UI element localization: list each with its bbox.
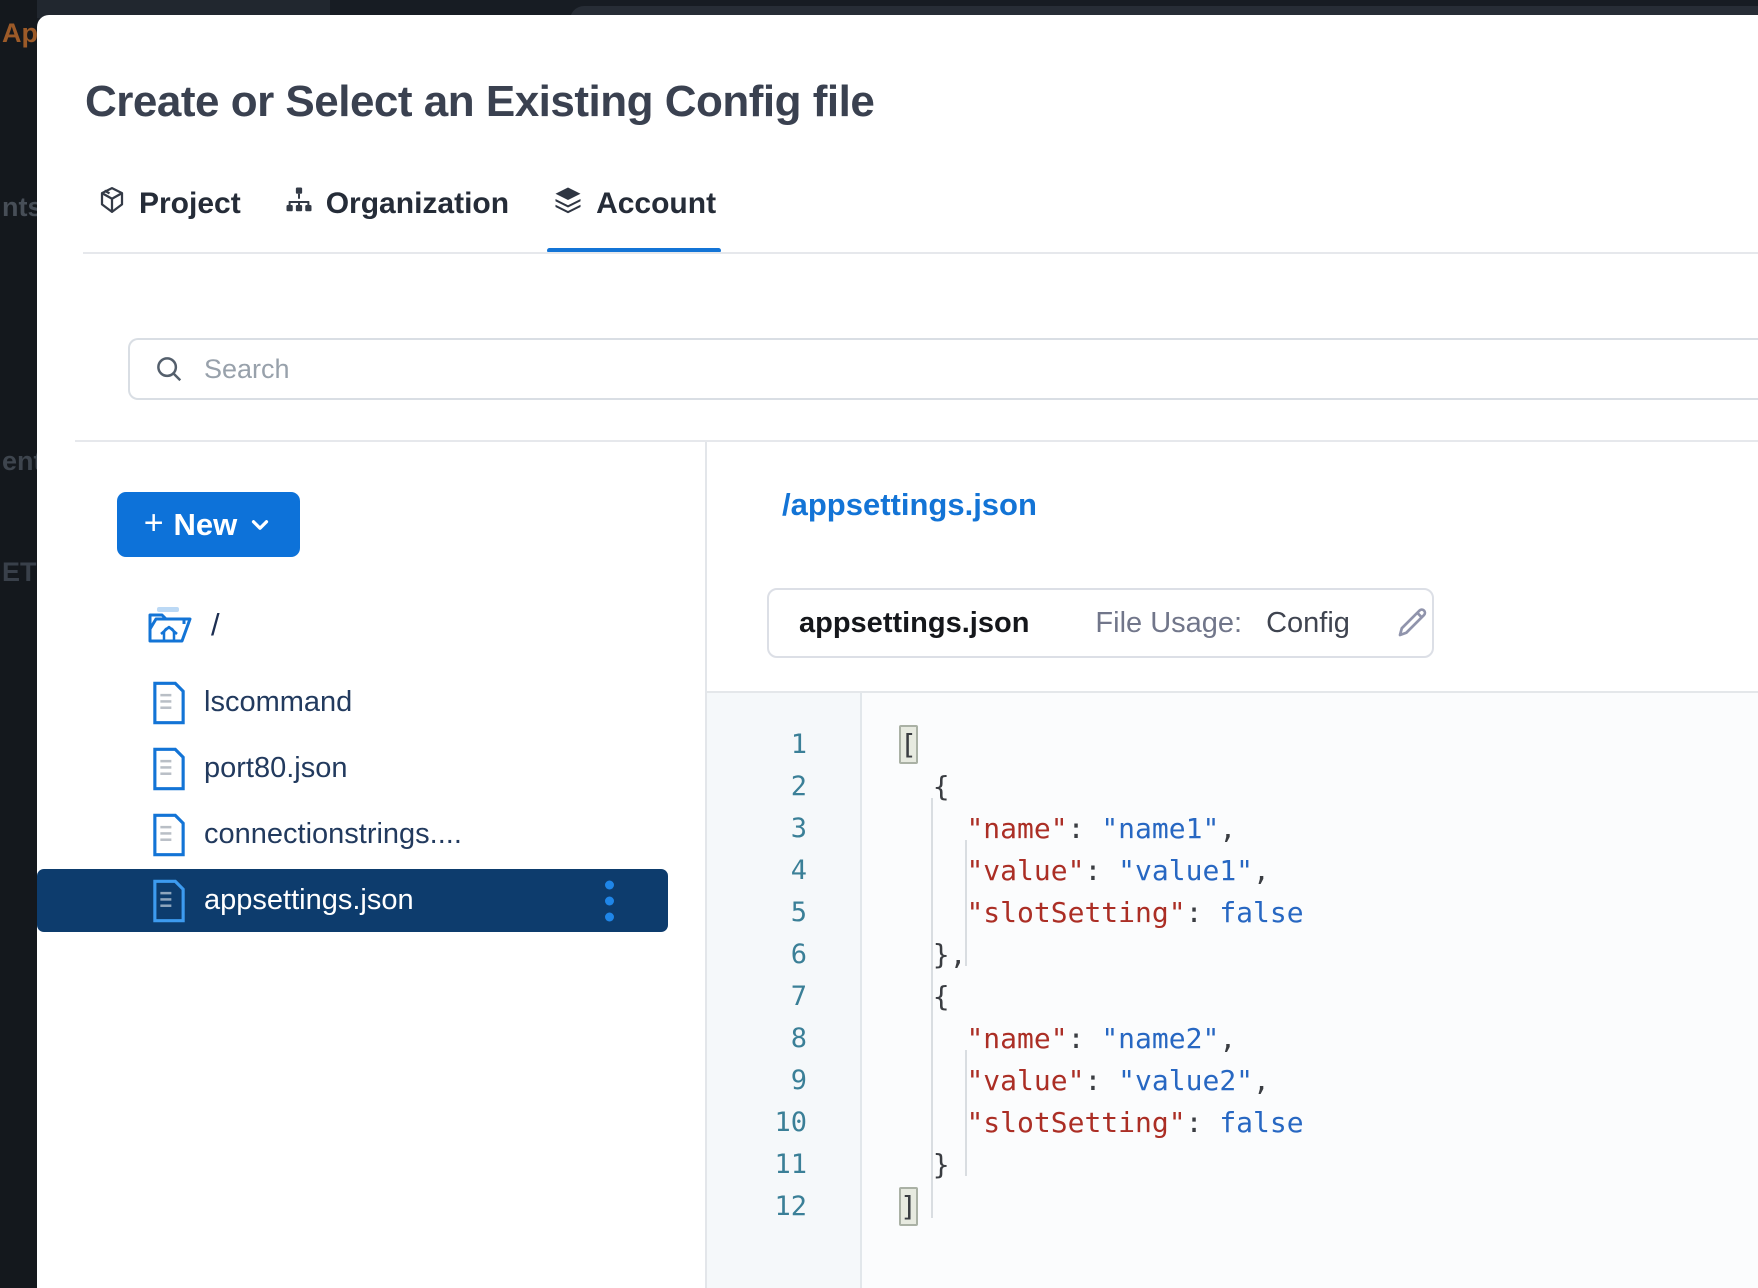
pencil-icon: [1394, 605, 1430, 641]
line-number: 12: [707, 1186, 860, 1228]
file-list: lscommand port80.json connectionstrings...…: [37, 671, 705, 932]
code-line-content: [: [860, 724, 1758, 766]
file-viewer-panel: /appsettings.json appsettings.json File …: [707, 442, 1758, 1288]
code-line-content: }: [860, 1144, 1758, 1186]
code-line: 8 "name": "name2",: [707, 1018, 1758, 1060]
line-number: 1: [707, 724, 860, 766]
code-editor[interactable]: 1[2 {3 "name": "name1",4 "value": "value…: [707, 693, 1758, 1288]
code-line-content: "slotSetting": false: [860, 1102, 1758, 1144]
layers-icon: [552, 185, 584, 223]
file-icon: [150, 879, 188, 923]
kebab-menu-icon[interactable]: [605, 880, 614, 921]
line-number: 2: [707, 766, 860, 808]
root-folder-label: /: [211, 607, 220, 643]
tabs-divider: [83, 252, 1758, 254]
plus-icon: +: [144, 504, 164, 543]
file-path-link[interactable]: /appsettings.json: [782, 487, 1037, 523]
file-tree: / lscommand port80.json connectionstrings.…: [37, 602, 705, 935]
file-item-lscommand[interactable]: lscommand: [37, 671, 668, 734]
file-icon: [150, 747, 188, 791]
code-line-content: {: [860, 976, 1758, 1018]
edit-usage-button[interactable]: [1394, 605, 1430, 641]
code-line-content: "value": "value1",: [860, 850, 1758, 892]
file-usage-label: File Usage:: [1095, 607, 1242, 640]
code-lines: 1[2 {3 "name": "name1",4 "value": "value…: [707, 724, 1758, 1228]
code-line: 6 },: [707, 934, 1758, 976]
background-text-fragment: nts: [2, 192, 37, 223]
code-line-content: {: [860, 766, 1758, 808]
line-number: 11: [707, 1144, 860, 1186]
file-item-connectionstrings[interactable]: connectionstrings....: [37, 803, 668, 866]
file-name: connectionstrings....: [204, 818, 462, 851]
code-line-content: "slotSetting": false: [860, 892, 1758, 934]
code-line: 12]: [707, 1186, 1758, 1228]
chevron-down-icon: [247, 512, 273, 538]
new-button-label: New: [174, 507, 238, 543]
search-input[interactable]: [204, 354, 1758, 385]
open-folder-icon: [147, 605, 193, 645]
line-number: 5: [707, 892, 860, 934]
file-usage-value: Config: [1266, 607, 1350, 640]
line-number: 10: [707, 1102, 860, 1144]
new-button[interactable]: + New: [117, 492, 300, 557]
code-line: 3 "name": "name1",: [707, 808, 1758, 850]
page-background-left-strip: Api nts ents ET: [0, 0, 37, 1288]
code-line: 2 {: [707, 766, 1758, 808]
line-number: 6: [707, 934, 860, 976]
file-tree-panel: + New / lscommand port80.json connectionst…: [37, 442, 705, 1288]
search-box[interactable]: [128, 338, 1758, 400]
background-text-fragment: Api: [2, 18, 37, 49]
code-line: 5 "slotSetting": false: [707, 892, 1758, 934]
code-line: 9 "value": "value2",: [707, 1060, 1758, 1102]
line-number: 4: [707, 850, 860, 892]
file-icon: [150, 813, 188, 857]
code-line-content: },: [860, 934, 1758, 976]
code-line: 10 "slotSetting": false: [707, 1102, 1758, 1144]
background-text-fragment: ents: [2, 446, 37, 477]
code-line: 4 "value": "value1",: [707, 850, 1758, 892]
code-line-content: "name": "name1",: [860, 808, 1758, 850]
tab-account[interactable]: Account: [547, 173, 721, 235]
tab-organization[interactable]: Organization: [279, 173, 514, 235]
cube-icon: [97, 185, 127, 223]
code-line: 11 }: [707, 1144, 1758, 1186]
tree-root-folder[interactable]: /: [37, 602, 705, 648]
code-line-content: "value": "value2",: [860, 1060, 1758, 1102]
file-item-appsettings-json[interactable]: appsettings.json: [37, 869, 668, 932]
file-item-port80-json[interactable]: port80.json: [37, 737, 668, 800]
tab-label: Project: [139, 187, 241, 221]
file-name: appsettings.json: [204, 884, 414, 917]
chip-file-name: appsettings.json: [799, 607, 1029, 640]
line-number: 3: [707, 808, 860, 850]
tab-label: Organization: [326, 187, 509, 221]
line-number: 8: [707, 1018, 860, 1060]
tab-project[interactable]: Project: [92, 173, 246, 235]
search-icon: [154, 354, 184, 384]
file-icon: [150, 681, 188, 725]
org-chart-icon: [284, 185, 314, 223]
file-usage-chip: appsettings.json File Usage: Config: [767, 588, 1434, 658]
tab-bar: Project Organization Account: [92, 173, 721, 253]
background-text-fragment: ET: [2, 557, 37, 588]
code-line: 1[: [707, 724, 1758, 766]
tab-label: Account: [596, 187, 716, 221]
config-file-dialog: Create or Select an Existing Config file…: [37, 15, 1758, 1288]
file-name: port80.json: [204, 752, 348, 785]
dialog-title: Create or Select an Existing Config file: [85, 77, 874, 127]
code-line-content: ]: [860, 1186, 1758, 1228]
file-name: lscommand: [204, 686, 352, 719]
line-number: 7: [707, 976, 860, 1018]
code-line-content: "name": "name2",: [860, 1018, 1758, 1060]
code-line: 7 {: [707, 976, 1758, 1018]
line-number: 9: [707, 1060, 860, 1102]
